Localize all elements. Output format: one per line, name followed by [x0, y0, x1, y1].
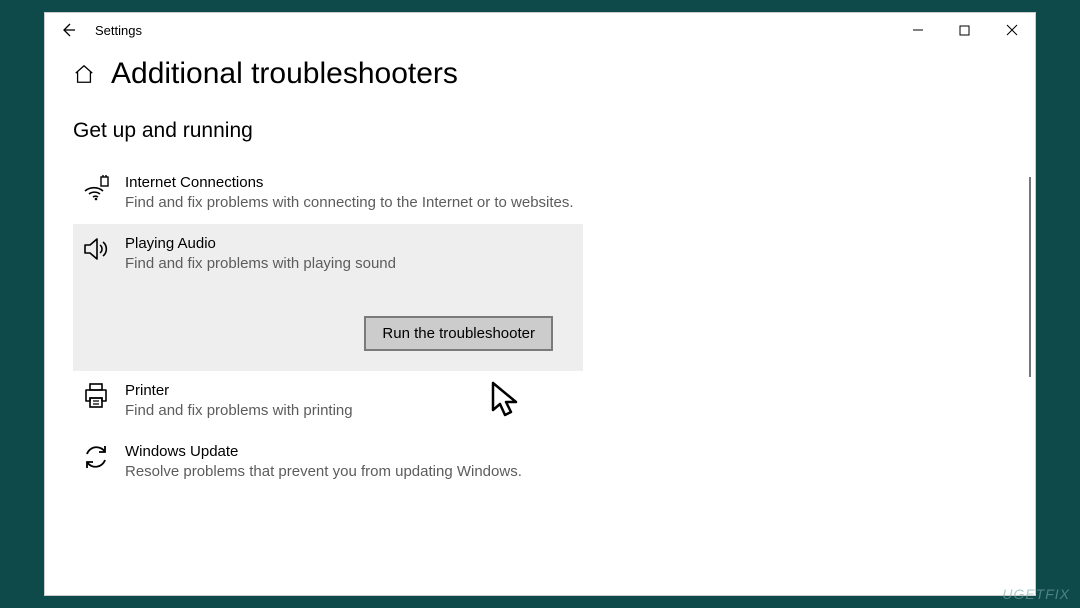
section-title: Get up and running [73, 119, 1007, 143]
troubleshooter-desc: Find and fix problems with connecting to… [125, 193, 575, 213]
back-arrow-icon [60, 22, 76, 38]
run-button-row: Run the troubleshooter [81, 316, 575, 351]
maximize-icon [959, 25, 970, 36]
settings-window: Settings Additional troubleshooters Get … [44, 12, 1036, 596]
speaker-icon [81, 234, 111, 264]
troubleshooter-desc: Resolve problems that prevent you from u… [125, 462, 575, 482]
troubleshooter-title: Printer [125, 381, 575, 401]
watermark: UGETFIX [1002, 586, 1070, 602]
home-icon[interactable] [73, 63, 95, 85]
troubleshooter-text: Playing Audio Find and fix problems with… [125, 234, 575, 275]
troubleshooter-printer[interactable]: Printer Find and fix problems with print… [73, 371, 583, 432]
troubleshooter-title: Playing Audio [125, 234, 575, 254]
scrollbar-indicator[interactable] [1029, 177, 1031, 377]
close-icon [1006, 24, 1018, 36]
troubleshooter-text: Printer Find and fix problems with print… [125, 381, 575, 422]
back-button[interactable] [45, 13, 91, 47]
update-icon [81, 442, 111, 472]
troubleshooter-title: Windows Update [125, 442, 575, 462]
troubleshooter-title: Internet Connections [125, 173, 575, 193]
page-header: Additional troubleshooters [73, 57, 1007, 91]
troubleshooter-playing-audio[interactable]: Playing Audio Find and fix problems with… [73, 224, 583, 372]
close-button[interactable] [988, 13, 1035, 47]
app-title: Settings [95, 23, 142, 38]
troubleshooter-list: Internet Connections Find and fix proble… [73, 163, 583, 492]
troubleshooter-desc: Find and fix problems with playing sound [125, 254, 575, 274]
minimize-button[interactable] [894, 13, 941, 47]
troubleshooter-windows-update[interactable]: Windows Update Resolve problems that pre… [73, 432, 583, 493]
window-controls [894, 13, 1035, 47]
titlebar: Settings [45, 13, 1035, 47]
maximize-button[interactable] [941, 13, 988, 47]
minimize-icon [912, 24, 924, 36]
troubleshooter-desc: Find and fix problems with printing [125, 401, 575, 421]
run-troubleshooter-button[interactable]: Run the troubleshooter [364, 316, 553, 351]
troubleshooter-text: Windows Update Resolve problems that pre… [125, 442, 575, 483]
troubleshooter-internet-connections[interactable]: Internet Connections Find and fix proble… [73, 163, 583, 224]
troubleshooter-text: Internet Connections Find and fix proble… [125, 173, 575, 214]
printer-icon [81, 381, 111, 411]
content-area: Additional troubleshooters Get up and ru… [45, 47, 1035, 595]
page-title: Additional troubleshooters [111, 57, 458, 91]
wifi-icon [81, 173, 111, 203]
